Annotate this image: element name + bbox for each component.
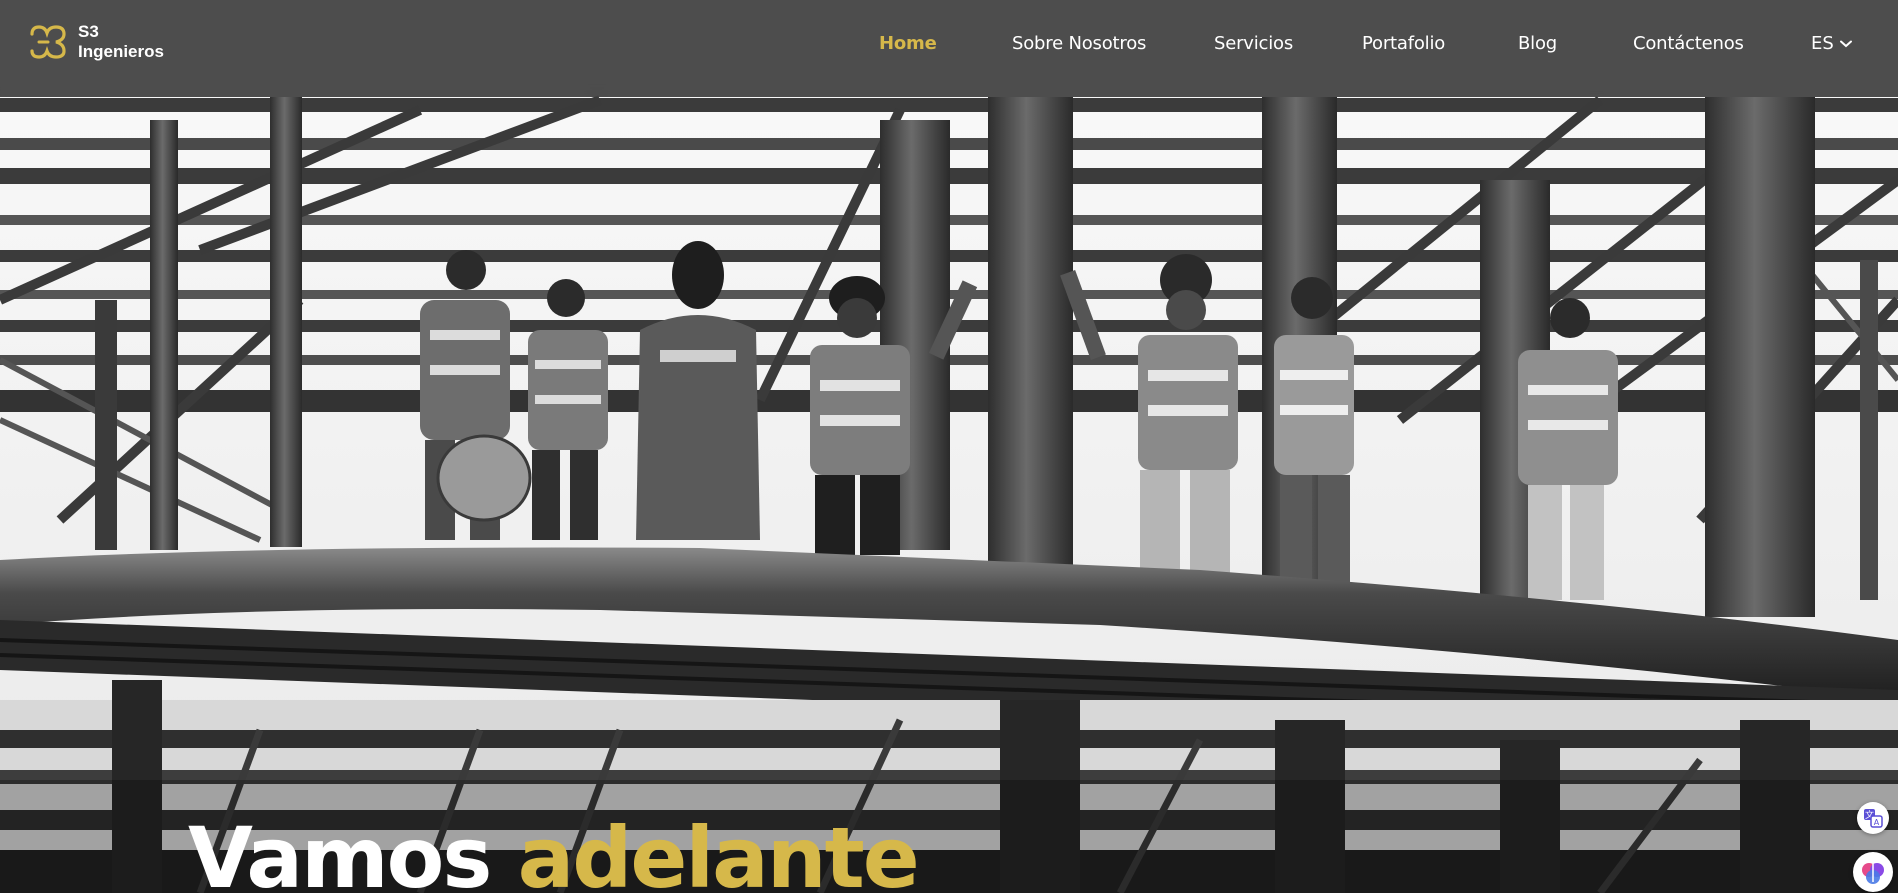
site-header: S3 Ingenieros Home Sobre Nosotros Servic…: [0, 0, 1898, 97]
nav-item-blog[interactable]: Blog: [1518, 33, 1557, 54]
translate-button[interactable]: 文 A: [1857, 802, 1889, 834]
nav-item-servicios[interactable]: Servicios: [1214, 33, 1293, 54]
hero-photo: [0, 0, 1898, 893]
translate-icon: 文 A: [1864, 809, 1883, 828]
hero-image: [0, 0, 1898, 893]
language-selector[interactable]: ES: [1811, 33, 1852, 54]
language-label: ES: [1811, 33, 1834, 54]
nav-item-contactenos[interactable]: Contáctenos: [1633, 33, 1744, 54]
chevron-down-icon: [1839, 40, 1852, 47]
nav-item-sobre-nosotros[interactable]: Sobre Nosotros: [1012, 33, 1146, 54]
nav-item-portafolio[interactable]: Portafolio: [1362, 33, 1445, 54]
main-nav: Home Sobre Nosotros Servicios Portafolio…: [0, 0, 1898, 90]
hero-headline: Vamos adelante: [188, 808, 920, 893]
brain-icon: [1862, 863, 1884, 884]
svg-text:A: A: [1874, 818, 1880, 827]
headline-accent: adelante: [517, 809, 920, 893]
assistant-button[interactable]: [1853, 852, 1893, 892]
nav-item-home[interactable]: Home: [879, 33, 937, 54]
headline-white: Vamos: [188, 809, 492, 893]
page: S3 Ingenieros Home Sobre Nosotros Servic…: [0, 0, 1898, 893]
